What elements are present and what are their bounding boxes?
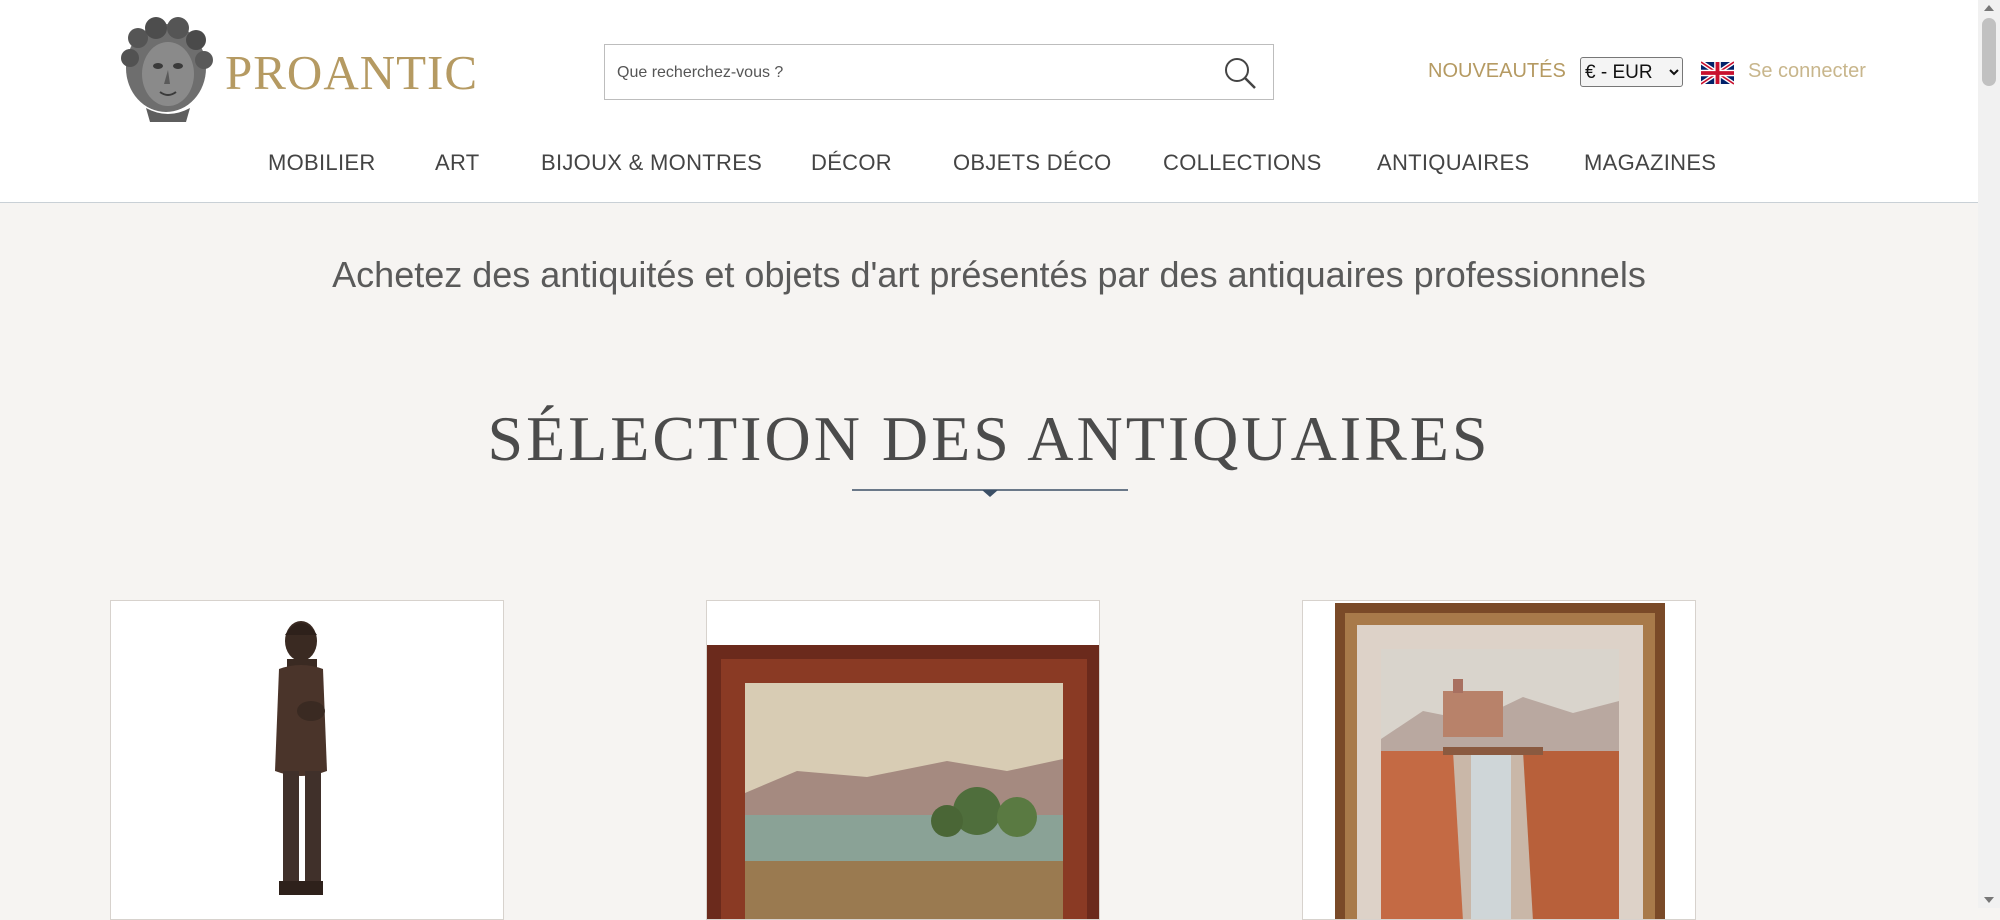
main-nav: MOBILIER ART BIJOUX & MONTRES DÉCOR OBJE… [0, 146, 1978, 180]
scroll-down-icon[interactable] [1984, 897, 1994, 903]
nav-item-art[interactable]: ART [435, 150, 480, 176]
search-input[interactable] [615, 57, 1199, 89]
product-image [1303, 601, 1695, 919]
currency-select[interactable]: € - EUR [1580, 57, 1683, 87]
scrollbar-thumb[interactable] [1982, 18, 1996, 86]
nav-item-collections[interactable]: COLLECTIONS [1163, 150, 1322, 176]
new-arrivals-link[interactable]: NOUVEAUTÉS [1428, 60, 1566, 83]
tagline: Achetez des antiquités et objets d'art p… [332, 254, 1646, 295]
search-icon [1225, 58, 1256, 89]
search-box [604, 44, 1274, 100]
language-flag[interactable] [1699, 60, 1736, 86]
nav-item-bijoux-montres[interactable]: BIJOUX & MONTRES [541, 150, 762, 176]
product-card[interactable] [706, 600, 1100, 920]
logo-icon[interactable] [112, 16, 220, 122]
login-link[interactable]: Se connecter [1748, 60, 1866, 83]
site-header: PROANTIC NOUVEAUTÉS € - EUR Se connecter… [0, 0, 1978, 203]
title-divider [852, 489, 1128, 497]
nav-item-antiquaires[interactable]: ANTIQUAIRES [1377, 150, 1529, 176]
product-card[interactable] [1302, 600, 1696, 920]
nav-item-objets-deco[interactable]: OBJETS DÉCO [953, 150, 1112, 176]
scroll-up-icon[interactable] [1984, 5, 1994, 11]
nav-item-magazines[interactable]: MAGAZINES [1584, 150, 1716, 176]
product-image [111, 601, 503, 919]
page-scrollbar[interactable] [1978, 0, 2000, 908]
nav-item-mobilier[interactable]: MOBILIER [268, 150, 376, 176]
search-button[interactable] [1221, 54, 1259, 92]
product-image [707, 601, 1099, 919]
product-card[interactable] [110, 600, 504, 920]
uk-flag-icon [1699, 60, 1736, 86]
brand-name[interactable]: PROANTIC [225, 44, 478, 101]
nav-item-decor[interactable]: DÉCOR [811, 150, 892, 176]
section-title: SÉLECTION DES ANTIQUAIRES [487, 403, 1491, 474]
